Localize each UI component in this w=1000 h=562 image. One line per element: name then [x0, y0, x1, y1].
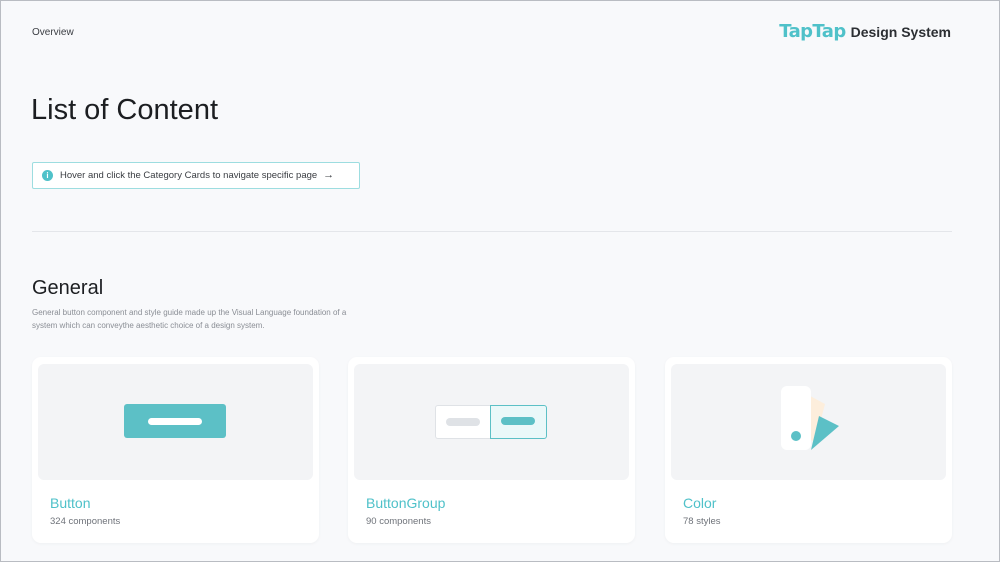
card-title: Color [683, 495, 717, 511]
button-illustration-bar [148, 418, 202, 425]
info-notice: i Hover and click the Category Cards to … [32, 162, 360, 189]
card-preview [38, 364, 313, 480]
notice-text: Hover and click the Category Cards to na… [60, 170, 318, 181]
card-preview [671, 364, 946, 480]
card-subtitle: 90 components [366, 516, 431, 527]
page-frame: Overview TapTap Design System List of Co… [0, 0, 1000, 562]
section-title: General [32, 277, 104, 299]
button-group-left-icon [435, 405, 491, 439]
color-swatch-icon [781, 386, 839, 450]
card-title: ButtonGroup [366, 495, 446, 511]
divider [32, 231, 952, 232]
button-group-right-icon [490, 405, 547, 439]
button-illustration-icon [124, 404, 226, 438]
button-group-left-bar [446, 418, 480, 426]
card-subtitle: 78 styles [683, 516, 721, 527]
card-preview [354, 364, 629, 480]
brand-name: Design System [850, 24, 951, 40]
card-title: Button [50, 495, 91, 511]
card-subtitle: 324 components [50, 516, 121, 527]
brand[interactable]: TapTap Design System [779, 21, 951, 42]
category-card-buttongroup[interactable]: ButtonGroup 90 components [348, 357, 635, 543]
category-card-color[interactable]: Color 78 styles [665, 357, 952, 543]
button-group-right-bar [501, 417, 535, 425]
category-card-button[interactable]: Button 324 components [32, 357, 319, 543]
section-description: General button component and style guide… [32, 308, 347, 330]
arrow-right-icon: → [323, 169, 335, 181]
info-icon: i [42, 170, 53, 181]
brand-logo: TapTap [779, 21, 846, 42]
breadcrumb[interactable]: Overview [32, 27, 74, 38]
page-title: List of Content [31, 94, 218, 126]
